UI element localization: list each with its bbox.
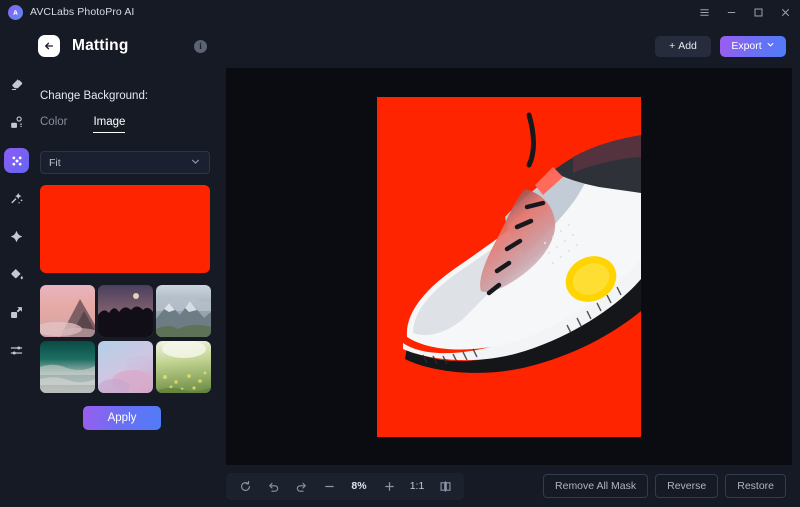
thumb-pink-blue-sky[interactable] — [98, 341, 153, 393]
resize-icon[interactable] — [4, 300, 29, 325]
menu-icon[interactable] — [698, 6, 711, 19]
minimize-icon[interactable] — [725, 6, 738, 19]
thumb-sunset-mountain[interactable] — [40, 285, 95, 337]
white-sneaker-photo — [377, 96, 641, 437]
eraser-icon[interactable] — [4, 72, 29, 97]
ai-logo-icon — [8, 4, 23, 20]
back-arrow-icon[interactable] — [38, 35, 60, 57]
background-thumbnail-grid — [40, 285, 211, 393]
fit-mode-select[interactable]: Fit — [40, 151, 210, 174]
remove-all-mask-button[interactable]: Remove All Mask — [543, 474, 649, 498]
enhance-icon[interactable] — [4, 224, 29, 249]
background-type-tabs: Color Image — [40, 116, 208, 133]
info-icon[interactable]: i — [194, 39, 207, 53]
close-icon[interactable] — [779, 6, 792, 19]
add-button[interactable]: + Add — [655, 35, 711, 57]
zoom-ratio-button[interactable]: 1:1 — [404, 480, 430, 492]
restore-button[interactable]: Restore — [725, 474, 786, 498]
zoom-level[interactable]: 8% — [344, 480, 374, 492]
tool-rail — [0, 24, 33, 507]
matting-icon[interactable] — [4, 148, 29, 173]
object-remove-icon[interactable] — [4, 110, 29, 135]
redo-icon[interactable] — [288, 475, 314, 498]
apply-button[interactable]: Apply — [83, 406, 161, 430]
artboard[interactable] — [377, 96, 641, 437]
app-title: AVCLabs PhotoPro AI — [30, 6, 135, 18]
zoom-in-icon[interactable] — [376, 475, 402, 498]
export-button[interactable]: Export — [720, 35, 786, 57]
thumb-night-treeline[interactable] — [98, 285, 153, 337]
background-preview[interactable] — [40, 185, 210, 273]
mask-actions: Remove All Mask Reverse Restore — [543, 474, 786, 498]
split-compare-icon[interactable] — [432, 475, 458, 498]
window-controls — [698, 6, 792, 19]
adjust-sliders-icon[interactable] — [4, 338, 29, 363]
main-toolbar: + Add Export — [226, 24, 792, 68]
brand: AVCLabs PhotoPro AI — [8, 4, 135, 20]
thumb-green-meadow[interactable] — [156, 341, 211, 393]
paint-bucket-icon[interactable] — [4, 262, 29, 287]
tab-image[interactable]: Image — [93, 116, 125, 133]
plus-icon: + — [669, 40, 676, 52]
zoom-out-icon[interactable] — [316, 475, 342, 498]
add-button-label: Add — [678, 40, 697, 52]
reset-icon[interactable] — [232, 475, 258, 498]
main-area: + Add Export 8% 1:1 Remove All Mask Reve… — [220, 24, 800, 507]
app-window: AVCLabs PhotoPro AI Matting i Change Bac… — [0, 0, 800, 507]
export-button-label: Export — [731, 40, 762, 52]
side-panel: Matting i Change Background: Color Image… — [33, 24, 220, 507]
page-title: Matting — [72, 37, 129, 54]
thumb-teal-ocean[interactable] — [40, 341, 95, 393]
change-background-label: Change Background: — [40, 90, 149, 102]
app-body: Matting i Change Background: Color Image… — [0, 24, 800, 507]
canvas-area[interactable] — [226, 68, 792, 465]
magic-wand-icon[interactable] — [4, 186, 29, 211]
chevron-down-icon — [766, 40, 775, 52]
panel-body: Change Background: Color Image Fit Apply — [33, 90, 220, 430]
panel-header: Matting i — [33, 24, 220, 68]
chevron-down-icon — [190, 154, 201, 172]
undo-icon[interactable] — [260, 475, 286, 498]
reverse-button[interactable]: Reverse — [655, 474, 719, 498]
title-bar: AVCLabs PhotoPro AI — [0, 0, 800, 24]
bottom-toolbar: 8% 1:1 Remove All Mask Reverse Restore — [226, 465, 792, 507]
thumb-snowy-mountains[interactable] — [156, 285, 211, 337]
maximize-icon[interactable] — [752, 6, 765, 19]
fit-mode-value: Fit — [49, 156, 61, 169]
tab-color[interactable]: Color — [40, 116, 67, 133]
zoom-controls: 8% 1:1 — [226, 472, 464, 500]
